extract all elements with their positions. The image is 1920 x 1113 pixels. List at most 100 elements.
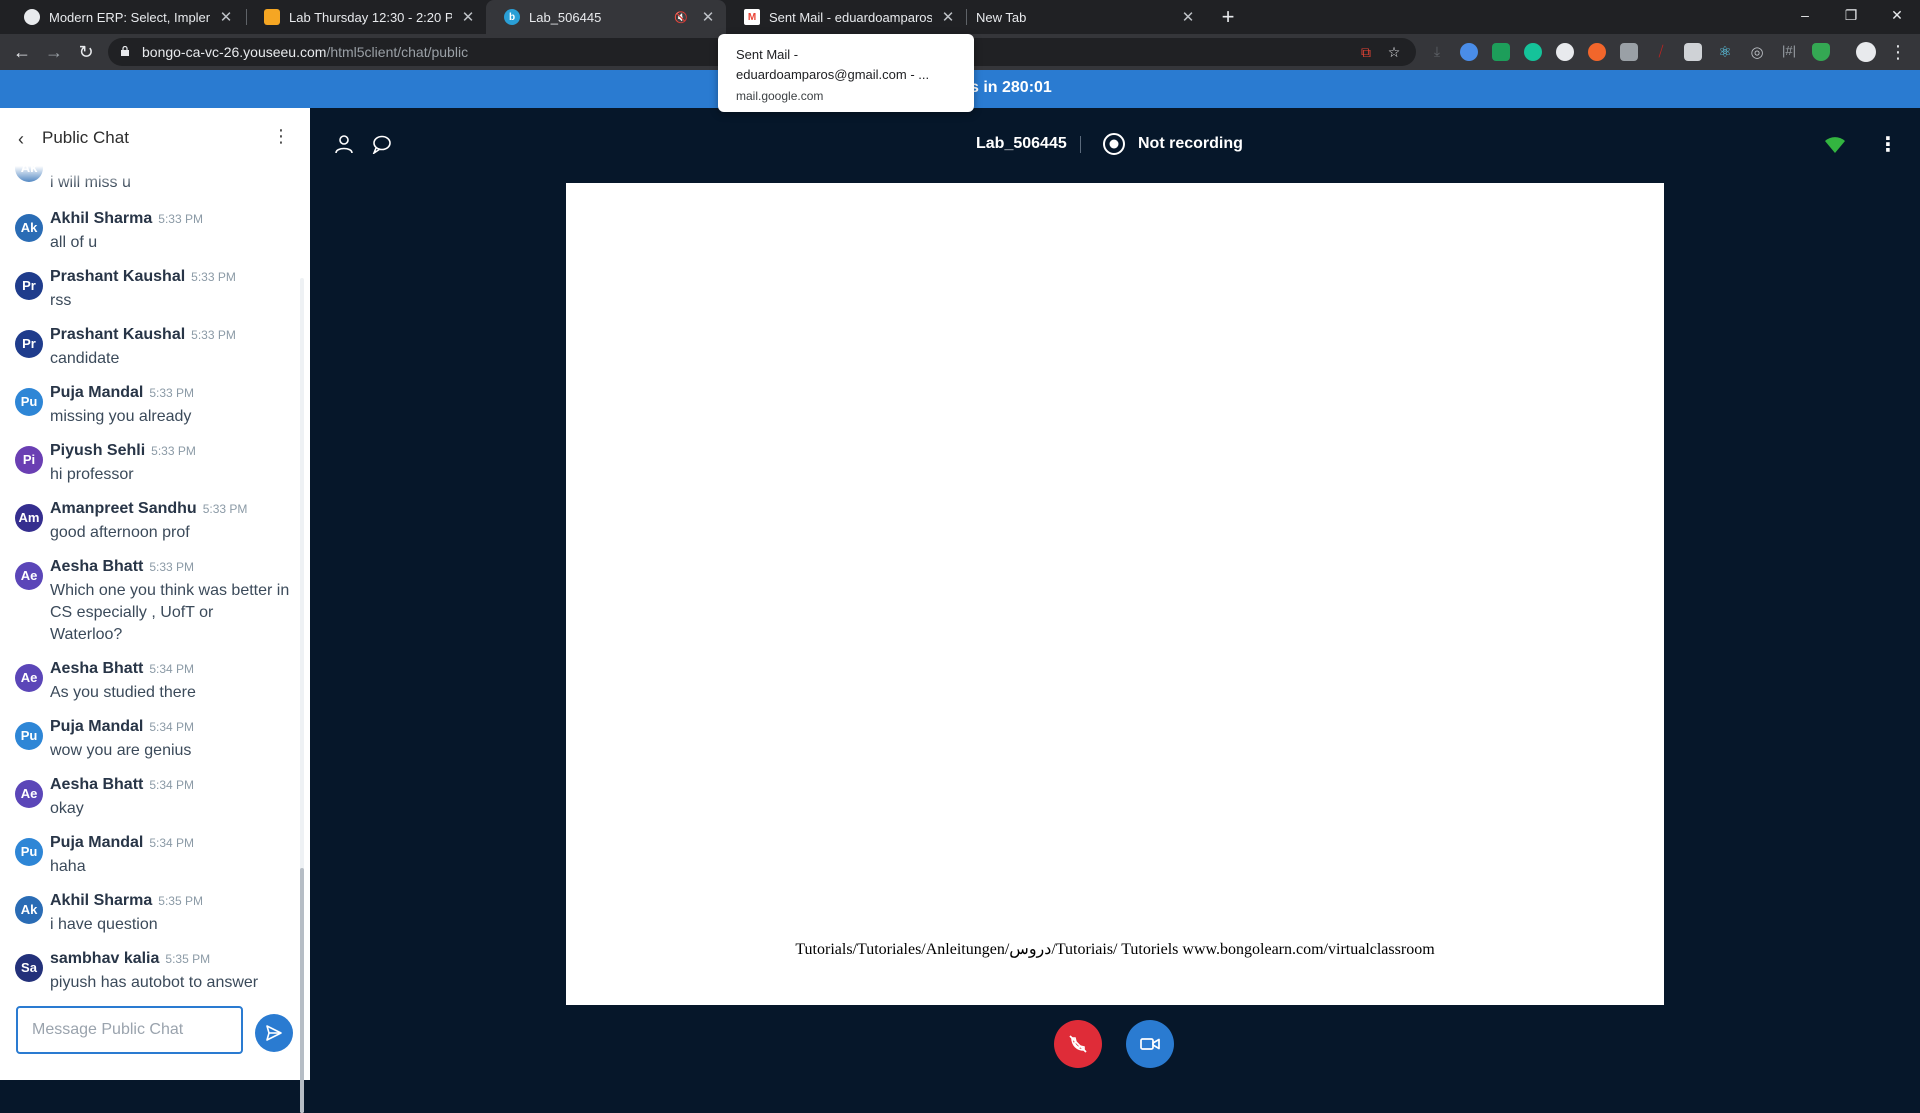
presentation-slide[interactable]: Tutorials/Tutoriales/Anleitungen/دروس/Tu… xyxy=(566,183,1664,1005)
back-arrow-icon[interactable]: ← xyxy=(10,40,34,64)
public-chat-panel: ‹ Public Chat ⋮ Ak i will miss u AkAkhil… xyxy=(0,108,310,1113)
chat-title[interactable]: Public Chat xyxy=(42,128,129,148)
message-text: all of u xyxy=(50,234,98,251)
close-tab-icon[interactable]: ✕ xyxy=(218,8,234,26)
grammarly-icon[interactable] xyxy=(1524,43,1542,61)
extension-white-icon[interactable] xyxy=(1556,43,1574,61)
message-text: i have question xyxy=(50,916,158,933)
message-text: piyush has autobot to answer xyxy=(50,974,259,991)
connection-status-icon[interactable] xyxy=(1824,136,1846,154)
new-tab-button[interactable]: + xyxy=(1215,4,1241,30)
mute-tab-icon[interactable]: 🔇 xyxy=(674,11,688,24)
restore-button[interactable]: ❐ xyxy=(1828,0,1874,30)
author-name: Puja Mandal xyxy=(50,718,144,735)
author-name: Prashant Kaushal xyxy=(50,326,186,343)
browser-tab-erp[interactable]: Modern ERP: Select, Implement, & ✕ xyxy=(6,0,244,34)
message-input[interactable] xyxy=(16,1006,243,1054)
extension-red-slash-icon[interactable]: ⧸ xyxy=(1652,43,1670,61)
message-author: Prashant Kaushal 5:33 PM xyxy=(50,326,236,344)
avatar: Pu xyxy=(15,388,43,416)
chat-scrollbar-thumb[interactable] xyxy=(300,868,304,1113)
chat-options-icon[interactable]: ⋮ xyxy=(272,126,290,147)
options-menu-icon[interactable]: ⋮ xyxy=(1878,132,1898,157)
close-window-button[interactable]: ✕ xyxy=(1874,0,1920,30)
message-time: 5:34 PM xyxy=(149,720,195,734)
recording-status[interactable]: Not recording xyxy=(1138,135,1243,153)
send-message-button[interactable] xyxy=(255,1014,293,1052)
extension-blue-icon[interactable] xyxy=(1460,43,1478,61)
react-devtools-icon[interactable]: ⚛ xyxy=(1716,43,1734,61)
leave-audio-button[interactable] xyxy=(1054,1020,1102,1068)
avatar: Pu xyxy=(15,838,43,866)
title-divider xyxy=(1080,136,1081,153)
reload-icon[interactable]: ↻ xyxy=(74,40,98,64)
chat-bubble-icon[interactable] xyxy=(372,134,392,154)
browser-tab-gmail[interactable]: M Sent Mail - eduardoamparos@gr ✕ xyxy=(726,0,966,34)
browser-tab-strip: Modern ERP: Select, Implement, & ✕ Lab T… xyxy=(0,0,1920,34)
url-text: bongo-ca-vc-26.youseeu.com/html5client/c… xyxy=(142,44,469,60)
message-text: As you studied there xyxy=(50,684,196,701)
avatar: Ak xyxy=(15,214,43,242)
extension-light-icon[interactable] xyxy=(1684,43,1702,61)
message-text: missing you already xyxy=(50,408,192,425)
chat-message-list[interactable]: Ak i will miss u AkAkhil Sharma5:33 PMal… xyxy=(0,166,300,1104)
avatar: Ae xyxy=(15,562,43,590)
message-author: Aesha Bhatt 5:33 PM xyxy=(50,558,194,576)
author-name: Prashant Kaushal xyxy=(50,268,186,285)
avatar: Ae xyxy=(15,780,43,808)
profile-avatar-icon[interactable] xyxy=(1856,42,1876,62)
extension-green-s-icon[interactable] xyxy=(1492,43,1510,61)
tab-title: Lab Thursday 12:30 - 2:20 PM - 2 xyxy=(289,9,452,25)
share-webcam-button[interactable] xyxy=(1126,1020,1174,1068)
extension-target-icon[interactable]: ◎ xyxy=(1748,43,1766,61)
chevron-left-icon[interactable]: ‹ xyxy=(18,129,24,150)
close-tab-icon[interactable]: ✕ xyxy=(460,8,476,26)
message-text: hi professor xyxy=(50,466,134,483)
avatar: Sa xyxy=(15,954,43,982)
author-name: sambhav kalia xyxy=(50,950,160,967)
browser-tab-lab-506445[interactable]: b Lab_506445 🔇 ✕ xyxy=(486,0,726,34)
forward-arrow-icon[interactable]: → xyxy=(42,40,66,64)
message-author: Amanpreet Sandhu 5:33 PM xyxy=(50,500,247,518)
author-name: Aesha Bhatt xyxy=(50,660,144,677)
message-author: Aesha Bhatt 5:34 PM xyxy=(50,776,194,794)
bongo-favicon-icon: b xyxy=(504,9,520,25)
gmail-favicon-icon: M xyxy=(744,9,760,25)
browser-tab-new[interactable]: New Tab ✕ xyxy=(966,0,1206,34)
message-author: sambhav kalia 5:35 PM xyxy=(50,950,210,968)
extension-bracket-icon[interactable]: |#| xyxy=(1780,43,1798,61)
user-list-icon[interactable] xyxy=(334,134,354,154)
bookmark-star-icon[interactable]: ☆ xyxy=(1386,44,1402,60)
close-tab-icon[interactable]: ✕ xyxy=(700,8,716,26)
message-text: rss xyxy=(50,292,72,309)
meeting-main-area: Lab_506445 Not recording ⋮ Tutorials/Tut… xyxy=(310,108,1920,1080)
close-tab-icon[interactable]: ✕ xyxy=(940,8,956,26)
github-favicon-icon xyxy=(24,9,40,25)
message-time: 5:34 PM xyxy=(149,836,195,850)
close-tab-icon[interactable]: ✕ xyxy=(1180,8,1196,26)
browser-tab-lab[interactable]: Lab Thursday 12:30 - 2:20 PM - 2 ✕ xyxy=(246,0,486,34)
message-author: Akhil Sharma 5:33 PM xyxy=(50,210,203,228)
calendar-favicon-icon xyxy=(264,9,280,25)
tab-hover-tooltip: Sent Mail - eduardoamparos@gmail.com - .… xyxy=(718,34,974,112)
message-time: 5:35 PM xyxy=(165,952,211,966)
avatar: Ae xyxy=(15,664,43,692)
browser-menu-icon[interactable]: ⋮ xyxy=(1886,40,1910,64)
download-icon[interactable]: ⤓ xyxy=(1428,43,1446,61)
blocked-popup-icon[interactable]: ⧉ xyxy=(1358,44,1374,60)
shield-extension-icon[interactable] xyxy=(1812,43,1830,61)
tab-title: New Tab xyxy=(976,9,1027,25)
message-text: Which one you think was better in CS esp… xyxy=(50,582,290,643)
send-icon xyxy=(266,1025,282,1041)
minimize-button[interactable]: – xyxy=(1782,0,1828,30)
author-name: Amanpreet Sandhu xyxy=(50,500,197,517)
avatar: Ak xyxy=(15,896,43,924)
extension-orange-icon[interactable] xyxy=(1588,43,1606,61)
avatar: Pr xyxy=(15,272,43,300)
message-time: 5:33 PM xyxy=(202,502,248,516)
author-name: Aesha Bhatt xyxy=(50,558,144,575)
author-name: Piyush Sehli xyxy=(50,442,146,459)
message-text: candidate xyxy=(50,350,120,367)
record-icon[interactable] xyxy=(1102,132,1126,156)
extension-gray-icon[interactable] xyxy=(1620,43,1638,61)
